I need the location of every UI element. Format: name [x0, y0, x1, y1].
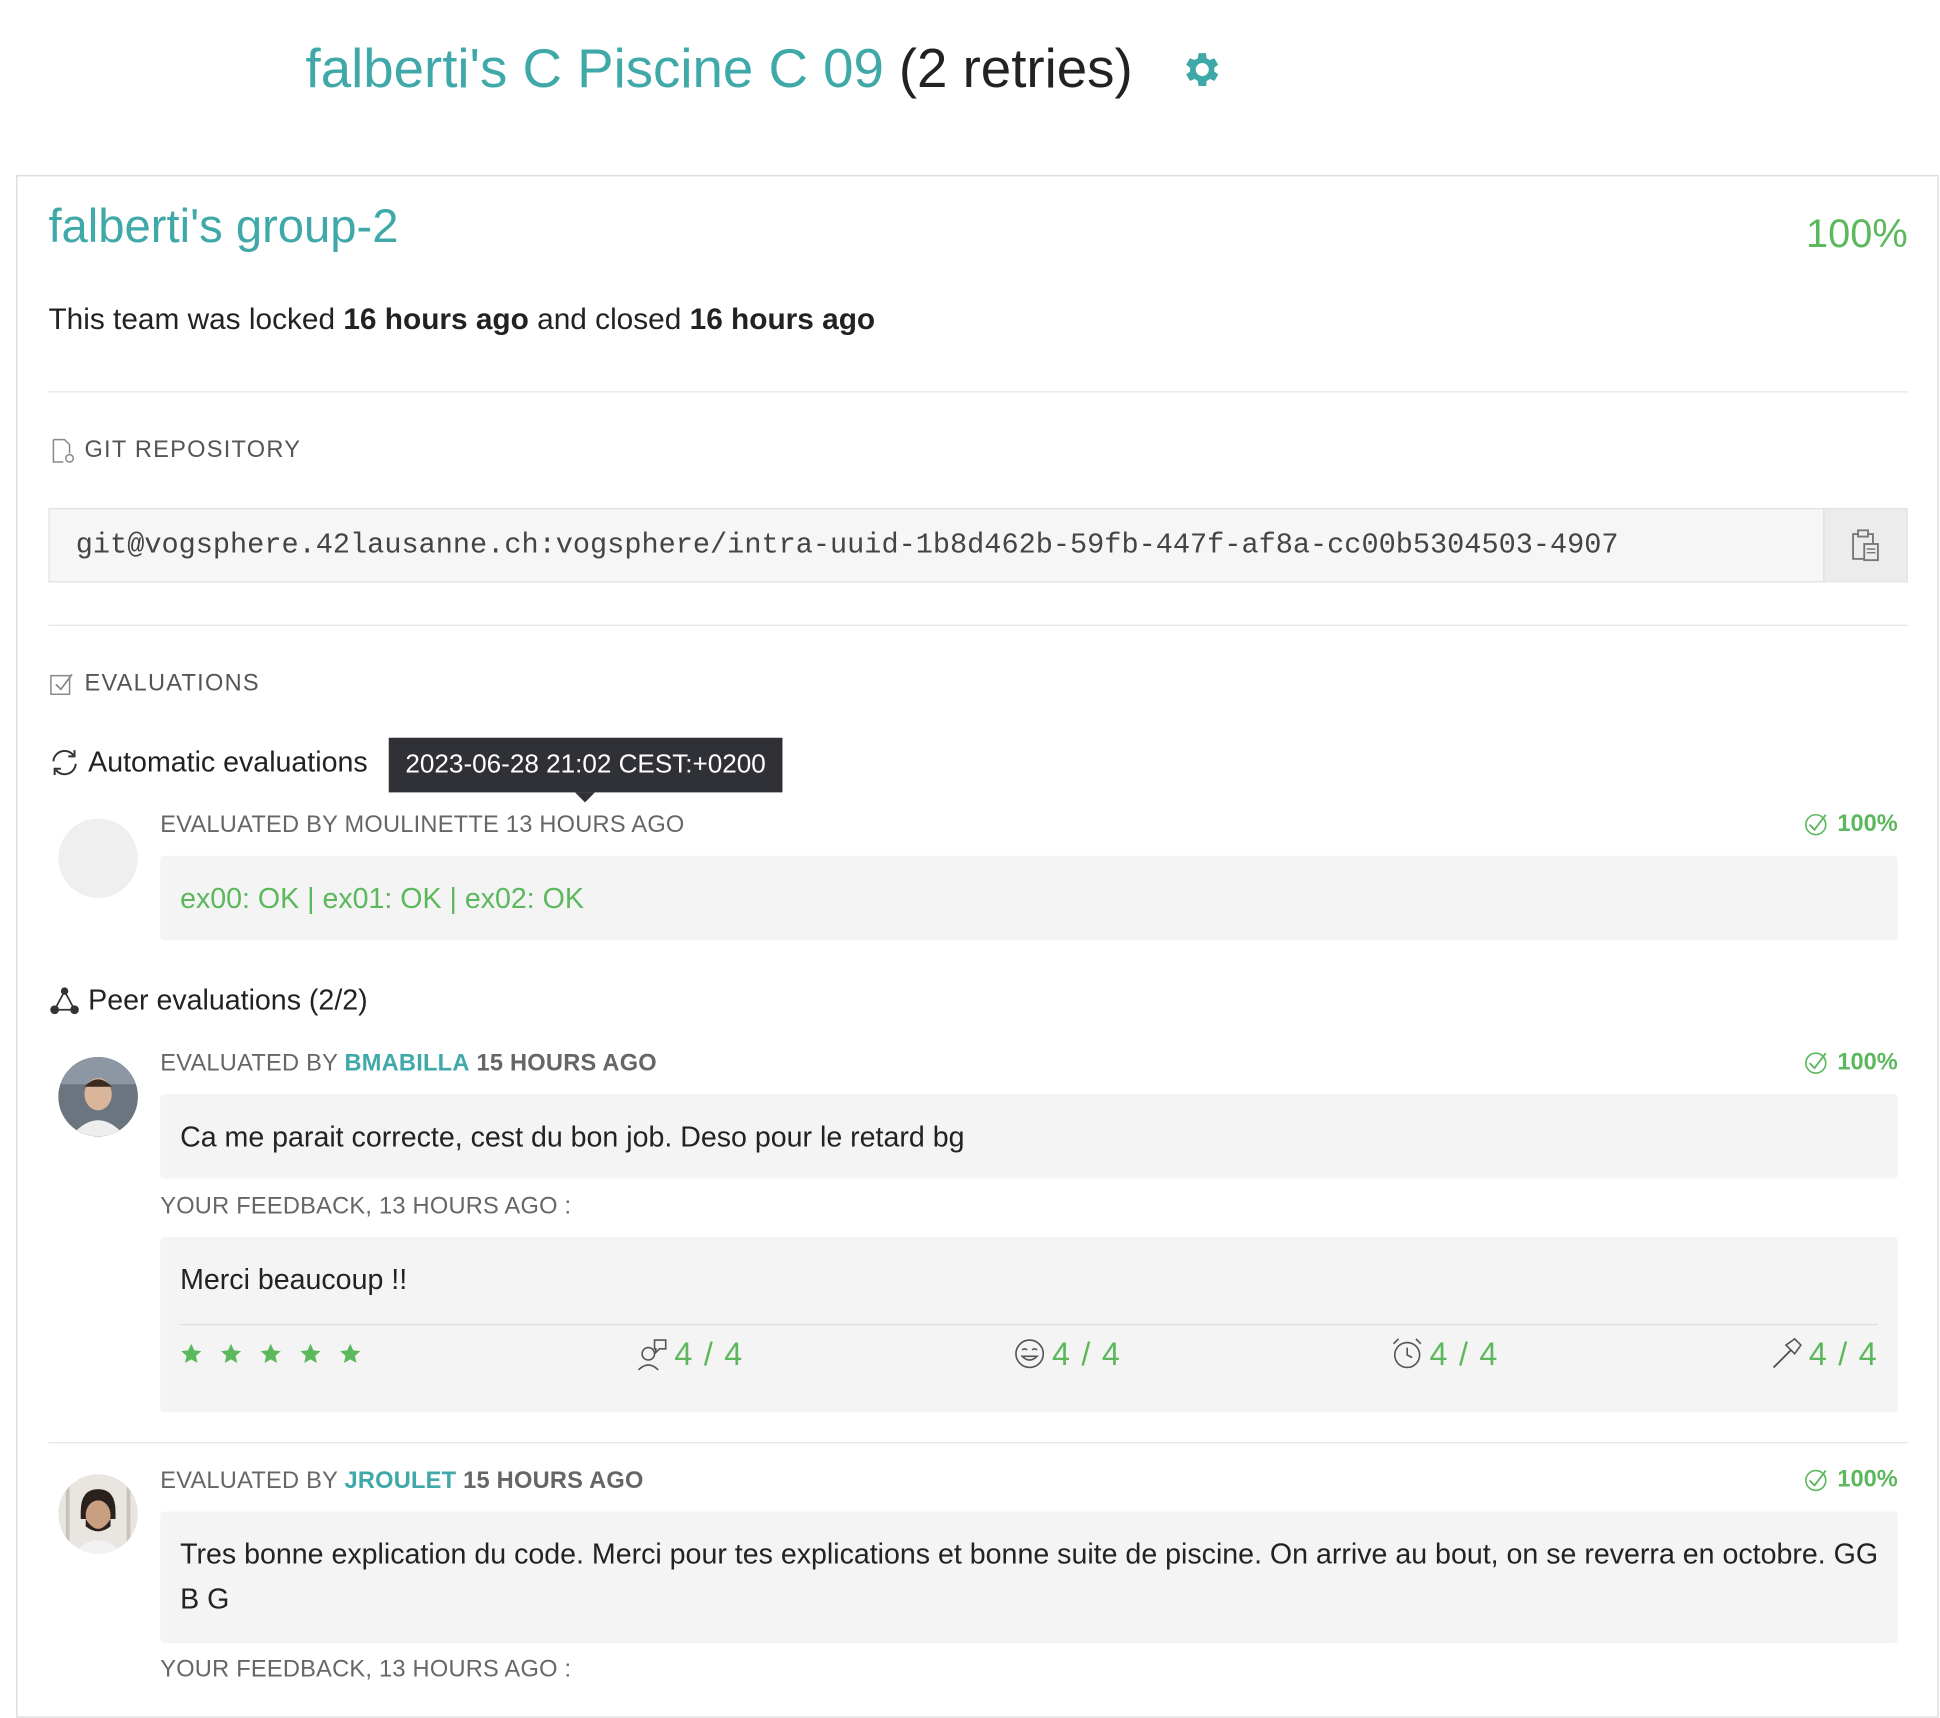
team-name[interactable]: falberti's group-2: [48, 201, 398, 254]
peer-eval-meta: EVALUATED BY JROULET 15 HOURS AGO: [160, 1468, 643, 1495]
feedback-time[interactable]: 13 HOURS AGO :: [379, 1194, 571, 1220]
score-value: 4 / 4: [1808, 1334, 1878, 1372]
percent-value: 100%: [1837, 1466, 1898, 1493]
automatic-evaluations-label: Automatic evaluations: [88, 745, 368, 778]
hammer-icon: [1773, 1337, 1803, 1369]
score-value: 4 / 4: [674, 1334, 744, 1372]
check-circle-icon: [1805, 813, 1828, 836]
git-repo-box: git@vogsphere.42lausanne.ch:vogsphere/in…: [48, 507, 1908, 583]
peer-comment-box: Tres bonne explication du code. Merci po…: [160, 1511, 1898, 1644]
score-interest: 4 / 4: [635, 1335, 744, 1374]
star-icon: [260, 1343, 281, 1364]
feedback-meta: YOUR FEEDBACK, 13 HOURS AGO :: [160, 1194, 571, 1221]
peer-comment-box: Ca me parait correcte, cest du bon job. …: [160, 1094, 1898, 1179]
page-header: falberti's C Piscine C 09 (2 retries): [306, 32, 1225, 107]
alarm-clock-icon: [1392, 1338, 1422, 1369]
refresh-icon: [52, 749, 77, 775]
peer-comment: Ca me parait correcte, cest du bon job. …: [180, 1120, 965, 1153]
peer-eval-percent: 100%: [1804, 1049, 1898, 1076]
auto-eval-meta: EVALUATED BY MOULINETTE 13 HOURS AGO: [160, 812, 684, 839]
check-circle-icon: [1805, 1052, 1828, 1074]
avatar: [58, 818, 138, 898]
evaluations-section-title: EVALUATIONS: [48, 671, 259, 698]
clipboard-icon: [1852, 529, 1879, 562]
avatar-photo: [58, 1474, 138, 1554]
smiley-icon: [1015, 1339, 1045, 1369]
evaluated-by-label: EVALUATED BY: [160, 812, 338, 839]
git-section-label: GIT REPOSITORY: [84, 437, 302, 464]
feedback-box: Merci beaucoup !! 4 / 4 4 / 4 4 / 4 4 / …: [160, 1237, 1898, 1413]
closed-prefix: and closed: [537, 303, 682, 337]
avatar[interactable]: [58, 1056, 138, 1137]
feedback-meta: YOUR FEEDBACK, 13 HOURS AGO :: [160, 1657, 571, 1684]
score-rigor: 4 / 4: [1769, 1335, 1878, 1374]
automatic-evaluations-title: Automatic evaluations: [48, 745, 368, 779]
score-nice: 4 / 4: [1012, 1335, 1121, 1374]
copy-button[interactable]: [1823, 509, 1907, 582]
feedback-label: YOUR FEEDBACK,: [160, 1656, 373, 1683]
eval-time[interactable]: 15 HOURS AGO: [476, 1051, 656, 1077]
peer-eval-percent: 100%: [1804, 1467, 1898, 1494]
score-value: 4 / 4: [1051, 1334, 1122, 1372]
retries-count: (2 retries): [898, 38, 1133, 100]
divider: [48, 391, 1908, 393]
peer-evaluations-label: Peer evaluations (2/2): [88, 983, 368, 1016]
git-url-input[interactable]: git@vogsphere.42lausanne.ch:vogsphere/in…: [50, 509, 1824, 581]
divider: [48, 624, 1908, 626]
feedback-ratings: 4 / 4 4 / 4 4 / 4 4 / 4: [180, 1323, 1878, 1382]
locked-time: 16 hours ago: [343, 303, 529, 337]
evaluator-link[interactable]: JROULET: [344, 1468, 456, 1494]
locked-prefix: This team was locked: [48, 303, 336, 337]
gear-icon[interactable]: [1180, 47, 1225, 92]
evaluator-link[interactable]: BMABILLA: [344, 1051, 469, 1077]
speaking-head-icon: [637, 1339, 667, 1371]
team-status-text: This team was locked 16 hours ago and cl…: [48, 303, 875, 338]
percent-value: 100%: [1837, 811, 1898, 838]
feedback-time[interactable]: 13 HOURS AGO :: [379, 1657, 571, 1683]
peer-comment: Tres bonne explication du code. Merci po…: [180, 1537, 1879, 1615]
feedback-text: Merci beaucoup !!: [180, 1263, 408, 1296]
timestamp-tooltip: 2023-06-28 21:02 CEST:+0200: [388, 737, 783, 803]
avatar[interactable]: [58, 1474, 138, 1554]
team-panel: falberti's group-2 100% This team was lo…: [16, 175, 1939, 1718]
check-circle-icon: [1805, 1469, 1828, 1492]
score-punctuality: 4 / 4: [1390, 1335, 1499, 1374]
project-title[interactable]: falberti's C Piscine C 09: [306, 39, 884, 101]
git-section-title: GIT REPOSITORY: [48, 437, 301, 464]
auto-eval-percent: 100%: [1804, 811, 1898, 838]
star-icon: [300, 1343, 321, 1364]
star-icon: [340, 1343, 361, 1364]
avatar-photo: [58, 1056, 138, 1137]
evaluated-by-label: EVALUATED BY: [160, 1468, 338, 1495]
auto-eval-result-box: ex00: OK | ex01: OK | ex02: OK: [160, 855, 1898, 941]
divider: [48, 1441, 1908, 1444]
eval-time[interactable]: 15 HOURS AGO: [463, 1468, 643, 1494]
auto-eval-result: ex00: OK | ex01: OK | ex02: OK: [180, 881, 584, 915]
percent-value: 100%: [1837, 1049, 1898, 1076]
score-value: 4 / 4: [1429, 1334, 1499, 1372]
evaluated-by-label: EVALUATED BY: [160, 1050, 338, 1077]
peers-network-icon: [50, 986, 79, 1014]
star-icon: [220, 1343, 242, 1364]
eval-time[interactable]: 13 HOURS AGO: [506, 812, 685, 838]
closed-time: 16 hours ago: [689, 303, 876, 337]
evaluator-name: MOULINETTE: [344, 812, 500, 839]
peer-evaluations-title: Peer evaluations (2/2): [48, 983, 368, 1018]
peer-eval-meta: EVALUATED BY BMABILLA 15 HOURS AGO: [160, 1051, 657, 1078]
star-icon: [181, 1343, 202, 1364]
evaluations-section-label: EVALUATIONS: [84, 670, 260, 697]
star-rating: [180, 1343, 361, 1365]
team-percent: 100%: [1806, 211, 1908, 256]
file-repo-icon: [52, 438, 75, 463]
feedback-label: YOUR FEEDBACK,: [160, 1193, 373, 1220]
checkbox-icon: [50, 673, 73, 696]
